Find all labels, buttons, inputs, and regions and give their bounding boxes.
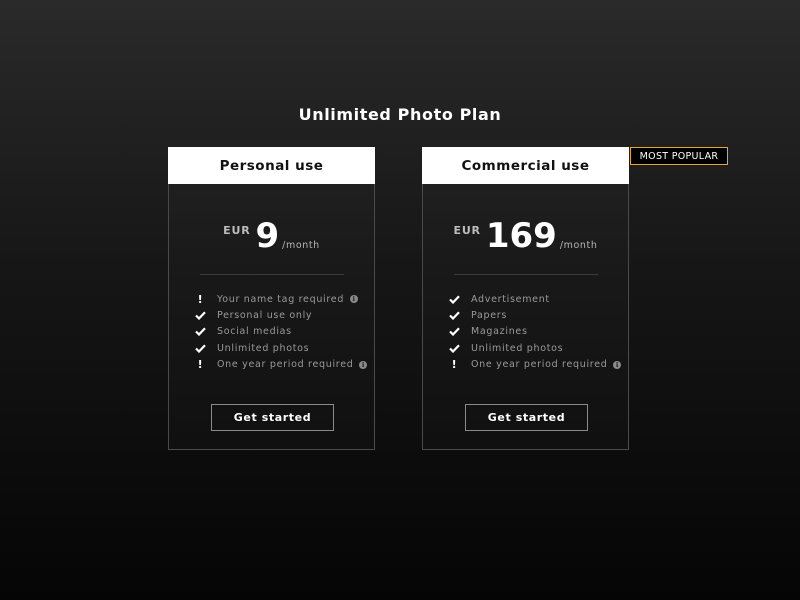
feature-text: Unlimited photos [217,342,310,354]
price-period: /month [559,240,598,251]
exclamation-icon: ! [197,358,204,372]
exclamation-icon: ! [451,358,458,372]
feature-text: Papers [471,310,508,322]
feature-text: Unlimited photos [471,342,564,354]
price-currency: EUR [223,224,251,237]
feature-text: Your name tag required [217,293,345,305]
feature-item: Unlimited photos [194,340,367,356]
feature-item: Social medias [194,324,367,340]
feature-item: Unlimited photos [448,340,621,356]
feature-list: Advertisement Papers Magazines Unlimited… [448,291,622,373]
check-icon [448,295,461,304]
price-amount: 9 [255,216,280,256]
feature-item: Advertisement [448,291,621,307]
feature-item: ! Your name tag required i [194,291,367,307]
feature-text: Magazines [471,326,528,338]
check-icon [194,311,207,321]
feature-text: Social medias [217,326,292,338]
info-icon[interactable]: i [359,360,368,369]
exclamation-icon: ! [197,292,204,306]
info-icon[interactable]: i [350,295,359,304]
check-icon [194,344,207,353]
price-currency: EUR [453,224,481,237]
feature-text: One year period required [217,359,354,371]
feature-item: ! One year period required i [448,357,622,373]
check-icon [448,327,461,337]
feature-item: Magazines [448,324,621,340]
price: EUR 169 /month [423,218,628,254]
feature-item: Personal use only [194,307,367,323]
plan-name: Commercial use [422,147,629,184]
get-started-button[interactable]: Get started [465,404,588,431]
page-title: Unlimited Photo Plan [298,105,502,124]
divider [200,274,344,275]
price-amount: 169 [485,216,557,256]
get-started-button[interactable]: Get started [211,404,334,431]
price-period: /month [282,240,320,251]
price: EUR 9 /month [169,218,374,254]
plan-card-commercial: Commercial use EUR 169 /month Advertisem… [422,147,629,450]
most-popular-badge: MOST POPULAR [630,147,728,165]
check-icon [448,311,461,321]
feature-text: One year period required [471,359,608,371]
divider [454,274,598,275]
info-icon[interactable]: i [613,360,622,369]
feature-text: Personal use only [217,310,313,322]
feature-item: ! One year period required i [194,357,368,373]
check-icon [448,344,461,353]
feature-item: Papers [448,307,621,323]
plan-card-personal: Personal use EUR 9 /month ! Your name ta… [168,147,375,450]
feature-list: ! Your name tag required i Personal use … [194,291,368,373]
check-icon [194,327,207,337]
feature-text: Advertisement [471,293,550,305]
plan-name: Personal use [168,147,375,184]
